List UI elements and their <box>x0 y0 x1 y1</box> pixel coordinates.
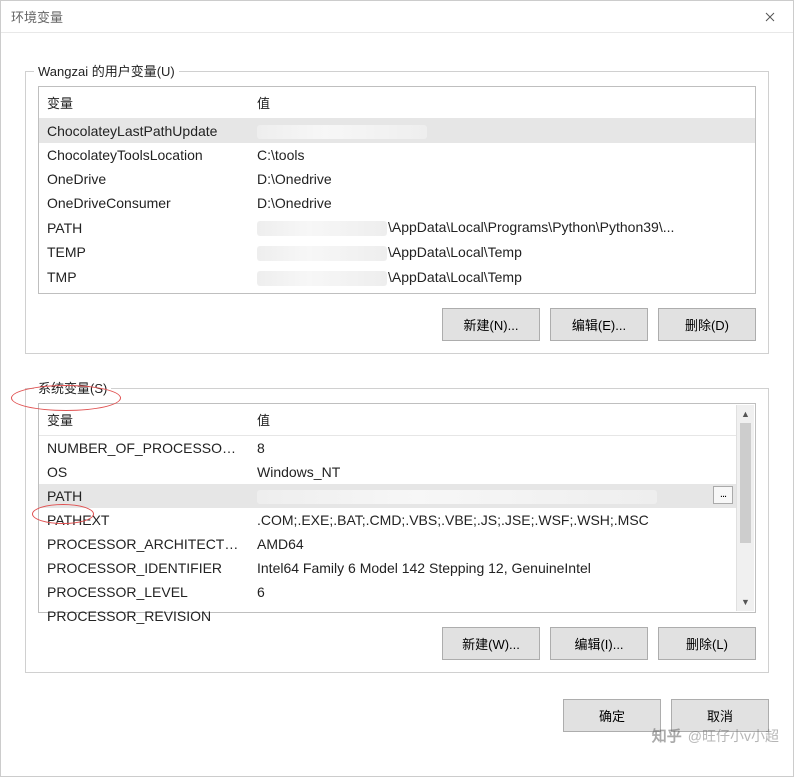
cancel-button[interactable]: 取消 <box>671 699 769 732</box>
cell-val: D:\Onedrive <box>249 167 755 191</box>
new-user-var-button[interactable]: 新建(N)... <box>442 308 540 341</box>
table-row[interactable]: PROCESSOR_IDENTIFIER Intel64 Family 6 Mo… <box>39 556 737 580</box>
scroll-thumb[interactable] <box>740 423 751 543</box>
cell-val <box>249 119 755 144</box>
table-row[interactable]: NUMBER_OF_PROCESSORS 8 <box>39 436 737 461</box>
close-button[interactable] <box>747 1 793 33</box>
cell-val: Intel64 Family 6 Model 142 Stepping 12, … <box>249 556 737 580</box>
table-row[interactable]: TEMP \AppData\Local\Temp <box>39 240 755 265</box>
annotation-circle-icon <box>32 504 94 524</box>
annotation-circle-icon <box>11 385 121 411</box>
table-header-row: 变量 值 <box>39 404 737 436</box>
col-value[interactable]: 值 <box>249 87 755 119</box>
cell-var: PROCESSOR_REVISION <box>39 604 249 628</box>
content-area: Wangzai 的用户变量(U) 变量 值 ChocolateyLastPath <box>1 33 793 683</box>
cell-val: AMD64 <box>249 532 737 556</box>
table-row[interactable]: OneDriveConsumer D:\Onedrive <box>39 191 755 215</box>
cell-val: 6 <box>249 580 737 604</box>
user-variables-label: Wangzai 的用户变量(U) <box>34 61 179 80</box>
table-row[interactable]: OS Windows_NT <box>39 460 737 484</box>
table-row[interactable]: ChocolateyLastPathUpdate <box>39 119 755 144</box>
titlebar: 环境变量 <box>1 1 793 33</box>
cell-var: PROCESSOR_IDENTIFIER <box>39 556 249 580</box>
table-row[interactable]: PROCESSOR_LEVEL 6 <box>39 580 737 604</box>
cell-var: OS <box>39 460 249 484</box>
table-row[interactable]: OneDrive D:\Onedrive <box>39 167 755 191</box>
browse-more-button[interactable]: ... <box>713 486 733 504</box>
env-variables-dialog: 环境变量 Wangzai 的用户变量(U) 变量 值 <box>0 0 794 777</box>
cell-var: TMP <box>39 265 249 290</box>
table-row[interactable]: PROCESSOR_ARCHITECTURE AMD64 <box>39 532 737 556</box>
table-header-row: 变量 值 <box>39 87 755 119</box>
delete-system-var-button[interactable]: 删除(L) <box>658 627 756 660</box>
col-variable[interactable]: 变量 <box>39 87 249 119</box>
cell-val <box>249 484 737 508</box>
user-variables-table[interactable]: 变量 值 ChocolateyLastPathUpdate Chocolatey… <box>38 86 756 294</box>
cell-var: OneDrive <box>39 167 249 191</box>
edit-system-var-button[interactable]: 编辑(I)... <box>550 627 648 660</box>
cell-var: ChocolateyToolsLocation <box>39 143 249 167</box>
ok-button[interactable]: 确定 <box>563 699 661 732</box>
cell-var: NUMBER_OF_PROCESSORS <box>39 436 249 461</box>
cell-val: \AppData\Local\Programs\Python\Python39\… <box>249 215 755 240</box>
table-row[interactable]: PATHEXT .COM;.EXE;.BAT;.CMD;.VBS;.VBE;.J… <box>39 508 737 532</box>
cell-val: Windows_NT <box>249 460 737 484</box>
cell-val: .COM;.EXE;.BAT;.CMD;.VBS;.VBE;.JS;.JSE;.… <box>249 508 737 532</box>
edit-user-var-button[interactable]: 编辑(E)... <box>550 308 648 341</box>
cell-val: \AppData\Local\Temp <box>249 240 755 265</box>
dialog-footer: 确定 取消 <box>1 683 793 732</box>
user-variables-group: Wangzai 的用户变量(U) 变量 值 ChocolateyLastPath <box>25 71 769 354</box>
table-row[interactable]: ChocolateyToolsLocation C:\tools <box>39 143 755 167</box>
table-row[interactable]: PROCESSOR_REVISION <box>39 604 737 628</box>
cell-val: 8 <box>249 436 737 461</box>
cell-var: TEMP <box>39 240 249 265</box>
table-row[interactable]: PATH <box>39 484 737 508</box>
new-system-var-button[interactable]: 新建(W)... <box>442 627 540 660</box>
table-row[interactable]: TMP \AppData\Local\Temp <box>39 265 755 290</box>
cell-var: PROCESSOR_ARCHITECTURE <box>39 532 249 556</box>
table-row[interactable]: PATH \AppData\Local\Programs\Python\Pyth… <box>39 215 755 240</box>
cell-val: D:\Onedrive <box>249 191 755 215</box>
delete-user-var-button[interactable]: 删除(D) <box>658 308 756 341</box>
col-value[interactable]: 值 <box>249 404 737 436</box>
system-variables-group: 系统变量(S) 变量 值 NUMBER_OF_PROCESSORS <box>25 388 769 673</box>
cell-var: ChocolateyLastPathUpdate <box>39 119 249 144</box>
user-variables-buttons: 新建(N)... 编辑(E)... 删除(D) <box>38 308 756 341</box>
cell-var: PATH <box>39 215 249 240</box>
cell-val: C:\tools <box>249 143 755 167</box>
cell-var: OneDriveConsumer <box>39 191 249 215</box>
scroll-up-arrow-icon[interactable]: ▲ <box>737 405 754 423</box>
cell-val: \AppData\Local\Temp <box>249 265 755 290</box>
cell-val <box>249 604 737 628</box>
system-variables-buttons: 新建(W)... 编辑(I)... 删除(L) <box>38 627 756 660</box>
vertical-scrollbar[interactable]: ▲ ▼ <box>736 405 754 611</box>
window-title: 环境变量 <box>11 7 63 26</box>
system-variables-table[interactable]: 变量 值 NUMBER_OF_PROCESSORS 8 OS Win <box>38 403 756 613</box>
cell-var: PROCESSOR_LEVEL <box>39 580 249 604</box>
scroll-down-arrow-icon[interactable]: ▼ <box>737 593 754 611</box>
